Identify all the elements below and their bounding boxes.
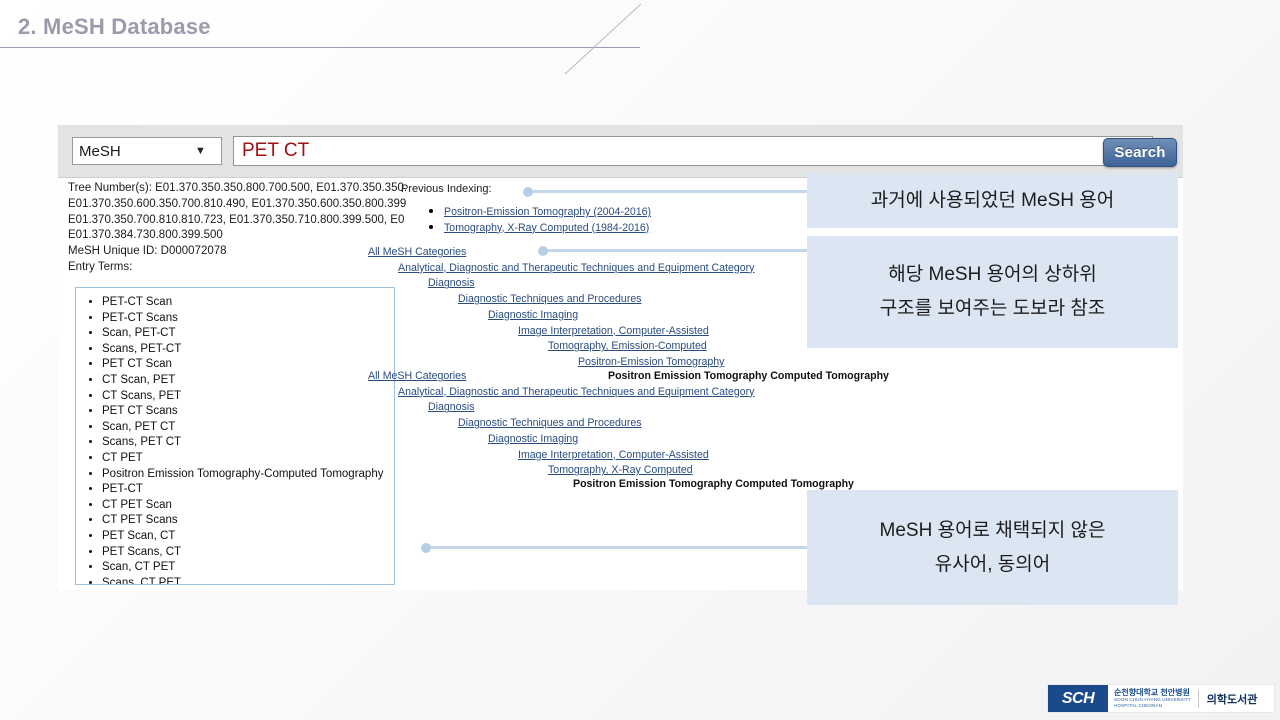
previous-indexing-link[interactable]: Positron-Emission Tomography (2004-2016): [444, 206, 651, 218]
logo-divider: [1197, 689, 1199, 708]
list-item: PET CT Scan: [102, 357, 394, 373]
list-item: CT PET Scan: [102, 498, 394, 514]
decorative-slash-icon: [563, 2, 643, 76]
list-item: PET CT Scans: [102, 404, 394, 420]
list-item: CT PET: [102, 451, 394, 467]
list-item: PET-CT Scan: [102, 295, 394, 311]
tree-node-link[interactable]: All MeSH Categories: [368, 246, 466, 258]
search-button[interactable]: Search: [1103, 138, 1177, 167]
title-divider: [0, 47, 640, 48]
callout-line: 과거에 사용되었던 MeSH 용어: [870, 189, 1115, 211]
list-item: Scan, PET-CT: [102, 326, 394, 342]
tree-node-link[interactable]: Tomography, Emission-Computed: [548, 340, 707, 352]
tree-node-link[interactable]: Diagnostic Techniques and Procedures: [458, 293, 642, 305]
tree-node-link[interactable]: Positron-Emission Tomography: [578, 356, 724, 368]
hospital-name-block: 순천향대학교 천안병원 SOON CHUN HYANG UNIVERSITY H…: [1114, 688, 1191, 708]
hospital-name-english-2: HOSPITAL CHEONAN: [1114, 703, 1163, 708]
previous-indexing-label: Previous Indexing:: [401, 183, 492, 195]
entry-terms-label: Entry Terms:: [68, 260, 133, 273]
tree-node: All MeSH Categories: [368, 368, 854, 384]
footer-logo: SCH 순천향대학교 천안병원 SOON CHUN HYANG UNIVERSI…: [1047, 684, 1275, 713]
list-item: PET-CT Scans: [102, 311, 394, 327]
tree-node: Tomography, X-Ray Computed: [368, 462, 854, 478]
callout-connector-line: [523, 186, 810, 197]
previous-indexing-list: Positron-Emission Tomography (2004-2016)…: [426, 204, 651, 235]
library-name: 의학도서관: [1206, 693, 1258, 706]
entry-terms-list: PET-CT Scan PET-CT Scans Scan, PET-CT Sc…: [76, 288, 394, 584]
callout-connector-line: [538, 245, 810, 256]
tree-number-line: E01.370.350.700.810.810.723, E01.370.350…: [68, 213, 405, 226]
entry-terms-highlight-box: PET-CT Scan PET-CT Scans Scan, PET-CT Sc…: [75, 287, 395, 585]
tree-node-link[interactable]: Diagnostic Techniques and Procedures: [458, 417, 642, 429]
connector-dot-icon: [538, 245, 548, 256]
connector-dot-icon: [523, 186, 533, 197]
callout-tree-structure: 해당 MeSH 용어의 상하위 구조를 보여주는 도보라 참조: [807, 236, 1178, 348]
callout-line: 구조를 보여주는 도보라 참조: [879, 298, 1106, 319]
tree-node: Diagnosis: [368, 399, 854, 415]
callout-entry-terms: MeSH 용어로 채택되지 않은 유사어, 동의어: [807, 490, 1178, 605]
callout-line: 해당 MeSH 용어의 상하위: [888, 264, 1097, 285]
callout-previous-indexing: 과거에 사용되었던 MeSH 용어: [807, 173, 1178, 228]
mesh-tree-2: All MeSH Categories Analytical, Diagnost…: [368, 368, 854, 492]
tree-node: Diagnostic Techniques and Procedures: [368, 415, 854, 431]
tree-node-link[interactable]: Analytical, Diagnostic and Therapeutic T…: [398, 262, 754, 274]
list-item: CT Scans, PET: [102, 389, 394, 405]
tree-node-link[interactable]: Image Interpretation, Computer-Assisted: [518, 325, 709, 337]
list-item: Scan, CT PET: [102, 560, 394, 576]
tree-leaf-term: Positron Emission Tomography Computed To…: [573, 477, 854, 490]
database-select[interactable]: MeSH: [72, 137, 222, 165]
list-item: Tomography, X-Ray Computed (1984-2016): [444, 220, 651, 236]
callout-connector-line: [421, 542, 810, 553]
list-item: Positron-Emission Tomography (2004-2016): [444, 204, 651, 220]
list-item: PET Scans, CT: [102, 545, 394, 561]
page-title: 2. MeSH Database: [18, 14, 211, 39]
tree-node-link[interactable]: Tomography, X-Ray Computed: [548, 464, 693, 476]
tree-node-link[interactable]: Image Interpretation, Computer-Assisted: [518, 449, 709, 461]
tree-node-link[interactable]: Diagnostic Imaging: [488, 309, 578, 321]
tree-number-line: Tree Number(s): E01.370.350.350.800.700.…: [68, 182, 408, 194]
record-metadata: Tree Number(s): E01.370.350.350.800.700.…: [68, 181, 413, 276]
list-item: PET-CT: [102, 482, 394, 498]
hospital-name-korean: 순천향대학교 천안병원: [1114, 688, 1190, 698]
tree-number-line: E01.370.384.730.800.399.500: [68, 229, 223, 242]
list-item: CT Scan, PET: [102, 373, 394, 389]
callout-line: 유사어, 동의어: [934, 553, 1051, 575]
list-item: PET Scan, CT: [102, 529, 394, 545]
list-item: Positron Emission Tomography-Computed To…: [102, 467, 394, 483]
list-item: Scans, PET CT: [102, 435, 394, 451]
tree-node-link[interactable]: All MeSH Categories: [368, 370, 466, 382]
callout-line: MeSH 용어로 채택되지 않은: [879, 519, 1106, 541]
mesh-unique-id: MeSH Unique ID: D000072078: [68, 245, 227, 258]
list-item: Scans, PET-CT: [102, 342, 394, 358]
search-toolbar: MeSH ▼ Search: [58, 125, 1183, 178]
tree-number-line: E01.370.350.600.350.700.810.490, E01.370…: [68, 197, 407, 210]
tree-node-link[interactable]: Diagnosis: [428, 277, 475, 289]
list-item: CT PET Scans: [102, 513, 394, 529]
connector-dot-icon: [421, 542, 431, 553]
tree-node: Analytical, Diagnostic and Therapeutic T…: [368, 384, 854, 400]
previous-indexing-link[interactable]: Tomography, X-Ray Computed (1984-2016): [444, 222, 649, 234]
tree-node-link[interactable]: Diagnosis: [428, 401, 475, 413]
tree-node-link[interactable]: Diagnostic Imaging: [488, 433, 578, 445]
search-input[interactable]: [233, 136, 1153, 166]
list-item: Scans, CT PET: [102, 576, 394, 584]
sch-logo-mark: SCH: [1048, 685, 1108, 712]
tree-node-link[interactable]: Analytical, Diagnostic and Therapeutic T…: [398, 386, 754, 398]
tree-node: Image Interpretation, Computer-Assisted: [368, 447, 854, 463]
tree-node: Diagnostic Imaging: [368, 431, 854, 447]
list-item: Scan, PET CT: [102, 420, 394, 436]
